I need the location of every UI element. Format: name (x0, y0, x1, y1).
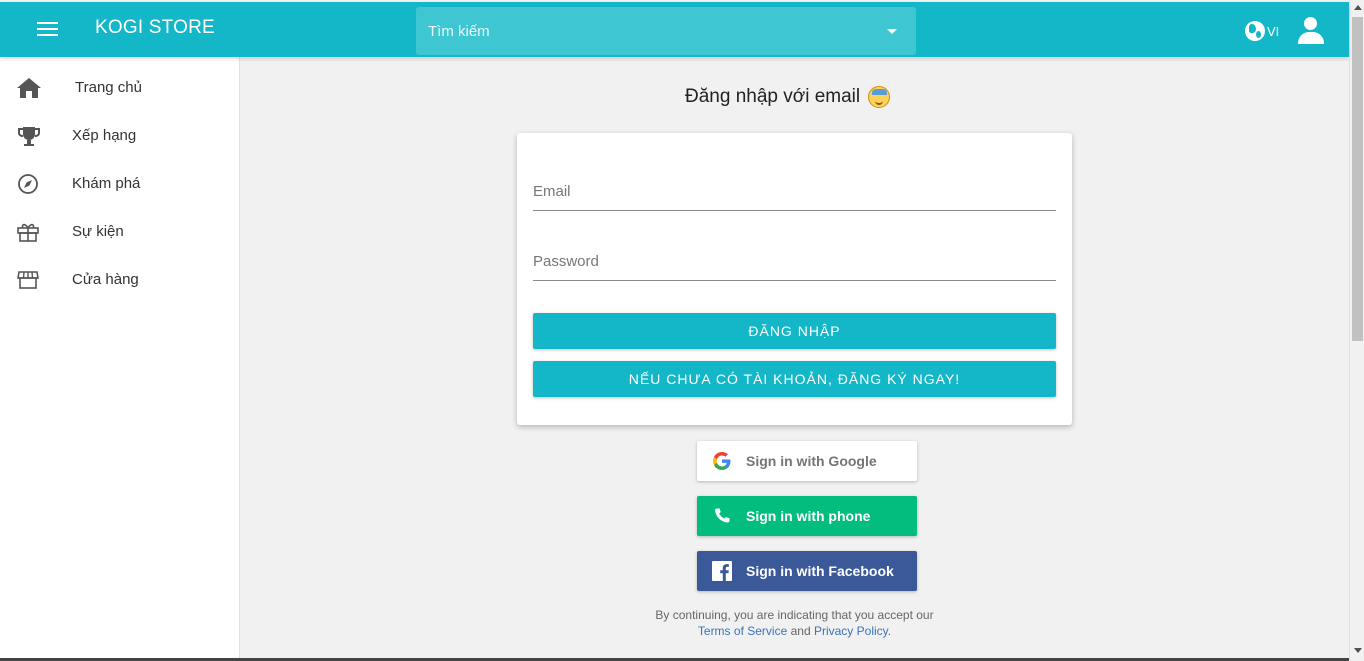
home-icon (17, 78, 41, 98)
caret-down-icon (887, 29, 897, 34)
sidebar: Trang chủ Xếp hạng Khám phá Sự kiện Cửa … (0, 57, 240, 661)
email-field (533, 175, 1056, 211)
phone-icon (715, 508, 730, 523)
facebook-icon (712, 561, 732, 581)
top-app-bar: KOGI STORE Tìm kiếm VI (0, 2, 1349, 57)
globe-icon (1245, 21, 1265, 41)
sidebar-item-label: Cửa hàng (72, 271, 139, 288)
sidebar-item-events[interactable]: Sự kiện (0, 209, 239, 255)
sidebar-item-label: Khám phá (72, 175, 141, 192)
emoji-icon (868, 86, 891, 108)
gift-icon (17, 223, 39, 242)
google-icon (713, 452, 731, 470)
search-placeholder: Tìm kiếm (428, 23, 490, 40)
password-field (533, 245, 1056, 281)
register-button[interactable]: NẾU CHƯA CÓ TÀI KHOẢN, ĐĂNG KÝ NGAY! (533, 361, 1056, 397)
login-button[interactable]: ĐĂNG NHẬP (533, 313, 1056, 349)
language-code: VI (1267, 23, 1280, 39)
scroll-thumb[interactable] (1352, 17, 1363, 341)
store-icon (17, 271, 39, 289)
terms-notice: By continuing, you are indicating that y… (600, 607, 989, 639)
user-account-icon[interactable] (1297, 17, 1325, 45)
terms-and: and (790, 624, 811, 638)
trophy-icon (18, 127, 40, 146)
google-signin-label: Sign in with Google (746, 453, 877, 469)
vertical-scrollbar[interactable] (1349, 0, 1364, 661)
sidebar-item-label: Trang chủ (75, 79, 142, 96)
search-select[interactable]: Tìm kiếm (416, 7, 916, 55)
email-input[interactable] (533, 183, 1056, 200)
facebook-signin-button[interactable]: Sign in with Facebook (697, 551, 917, 591)
password-input[interactable] (533, 253, 1056, 270)
compass-icon (18, 174, 38, 194)
scroll-down-arrow-icon[interactable] (1354, 648, 1362, 653)
page-title: Đăng nhập với email (685, 86, 891, 108)
terms-suffix: . (887, 624, 892, 638)
privacy-policy-link[interactable]: Privacy Policy (814, 624, 888, 638)
facebook-signin-label: Sign in with Facebook (746, 563, 894, 579)
terms-of-service-link[interactable]: Terms of Service (698, 624, 787, 638)
scroll-up-arrow-icon[interactable] (1354, 5, 1362, 10)
sidebar-item-explore[interactable]: Khám phá (0, 161, 239, 207)
phone-signin-button[interactable]: Sign in with phone (697, 496, 917, 536)
sidebar-item-home[interactable]: Trang chủ (0, 65, 239, 111)
google-signin-button[interactable]: Sign in with Google (697, 441, 917, 481)
sidebar-item-ranking[interactable]: Xếp hạng (0, 113, 239, 159)
sidebar-item-label: Sự kiện (72, 223, 124, 240)
terms-prefix: By continuing, you are indicating that y… (655, 608, 934, 622)
login-card: ĐĂNG NHẬP NẾU CHƯA CÓ TÀI KHOẢN, ĐĂNG KÝ… (517, 133, 1072, 425)
language-switcher[interactable]: VI (1245, 21, 1279, 41)
page-title-text: Đăng nhập với email (685, 86, 861, 107)
brand-title[interactable]: KOGI STORE (95, 17, 215, 39)
phone-signin-label: Sign in with phone (746, 508, 871, 524)
sidebar-item-label: Xếp hạng (72, 127, 137, 144)
menu-icon[interactable] (37, 22, 58, 38)
sidebar-item-store[interactable]: Cửa hàng (0, 257, 239, 303)
